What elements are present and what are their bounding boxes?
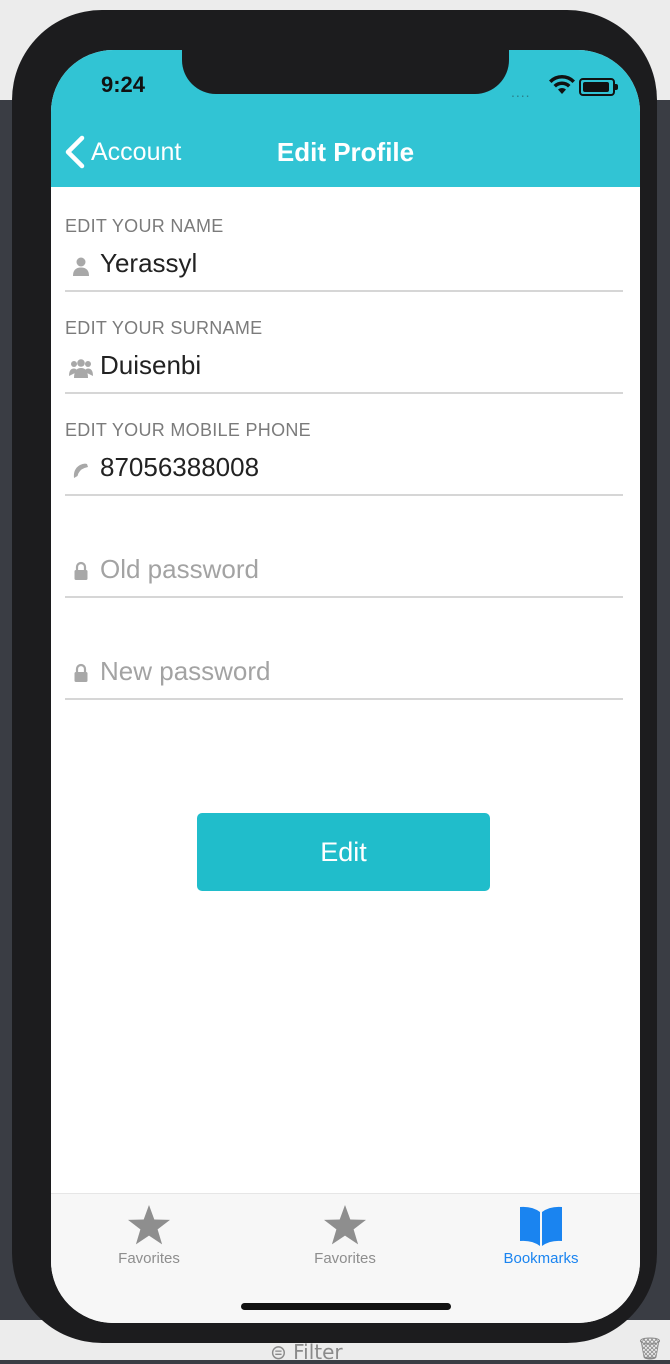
home-indicator [241,1303,451,1310]
phone-screen: 9:24 .... Account Edit Profile EDIT YOUR… [51,50,640,1323]
phone-input[interactable]: 87056388008 [100,452,259,483]
status-time: 9:24 [101,72,146,97]
surname-field[interactable]: EDIT YOUR SURNAME Duisenbi [65,312,623,394]
phone-field-label: EDIT YOUR MOBILE PHONE [65,420,311,440]
status-icons: .... [511,74,621,100]
phone-icon [73,463,88,478]
user-icon [73,257,89,276]
users-icon [69,359,93,378]
tab-label: Favorites [118,1250,180,1267]
tab-bookmarks[interactable]: Bookmarks [443,1204,639,1274]
device-notch [182,50,509,94]
surname-field-label: EDIT YOUR SURNAME [65,318,263,338]
new-password-input[interactable]: New password [100,656,271,687]
book-icon [520,1206,562,1246]
lock-icon [74,561,88,580]
tab-label: Favorites [314,1250,376,1267]
star-icon [324,1205,366,1245]
signal-icon: .... [511,84,531,100]
tab-label-active: Bookmarks [503,1250,579,1267]
navigation-header: 9:24 .... Account Edit Profile [51,50,640,187]
tab-favorites-1[interactable]: Favorites [51,1204,247,1274]
name-input[interactable]: Yerassyl [100,248,197,279]
ide-filter-label: Filter [293,1340,343,1364]
wifi-icon [549,74,575,94]
name-field-label: EDIT YOUR NAME [65,216,224,236]
old-password-input[interactable]: Old password [100,554,259,585]
surname-input[interactable]: Duisenbi [100,350,201,381]
battery-icon [579,78,618,96]
lock-icon [74,663,88,682]
star-icon [128,1205,170,1245]
old-password-field[interactable]: Old password [65,550,623,598]
trash-icon[interactable]: 🗑 [636,1336,664,1362]
ide-filter-field[interactable]: ⊜ Filter [270,1340,343,1364]
page-title: Edit Profile [276,137,415,167]
new-password-field[interactable]: New password [65,652,623,700]
phone-frame: 9:24 .... Account Edit Profile EDIT YOUR… [12,10,657,1343]
name-field[interactable]: EDIT YOUR NAME Yerassyl [65,210,623,292]
edit-button[interactable]: Edit [197,813,490,891]
tab-favorites-2[interactable]: Favorites [247,1204,443,1274]
phone-field[interactable]: EDIT YOUR MOBILE PHONE 87056388008 [65,414,623,496]
